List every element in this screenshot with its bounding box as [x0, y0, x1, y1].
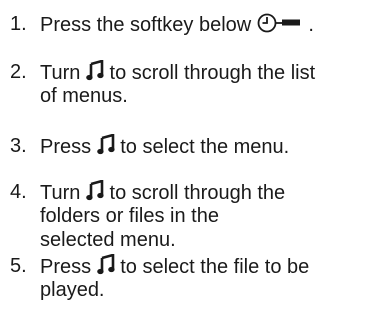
step-body: Turn to scroll through the list of menus… — [40, 60, 380, 108]
step-body: Press to select the file to be played. — [40, 254, 380, 302]
step-line: folders or files in the — [40, 205, 219, 227]
step-text: Turn — [40, 182, 81, 204]
step-body: Press the softkey below . — [40, 12, 380, 36]
step-line: of menus. — [40, 85, 128, 107]
step-text: to select the file to be — [120, 256, 310, 278]
step-line: Turn to scroll through the — [40, 180, 380, 204]
step-text: to scroll through the list — [109, 62, 316, 84]
step-text: Turn — [40, 62, 81, 84]
step-text: to scroll through the — [109, 182, 286, 204]
step-body: Turn to scroll through the folders or fi… — [40, 180, 380, 252]
step-body: Press to select the menu. — [40, 134, 380, 158]
step-line: selected menu. — [40, 229, 176, 251]
step-number: 5. — [10, 255, 27, 277]
step-text: Press the softkey below — [40, 14, 252, 36]
step-number: 1. — [10, 13, 27, 35]
step-text: Press — [40, 256, 92, 278]
step-text: . — [308, 14, 314, 36]
step-line: Press to select the file to be — [40, 254, 380, 278]
music-note-knob-icon — [86, 180, 104, 202]
step-text: to select the menu. — [120, 136, 290, 158]
step-line: Turn to scroll through the list — [40, 60, 380, 84]
music-note-knob-icon — [96, 254, 115, 276]
step-line: Press to select the menu. — [40, 134, 380, 158]
clock-track-icon — [257, 12, 303, 34]
step-text: Press — [40, 136, 92, 158]
music-note-knob-icon — [86, 60, 104, 82]
step-number: 4. — [10, 181, 27, 203]
music-note-knob-icon — [96, 134, 115, 156]
step-number: 2. — [10, 61, 27, 83]
step-line: played. — [40, 279, 105, 301]
step-number: 3. — [10, 135, 27, 157]
step-line: Press the softkey below . — [40, 12, 380, 36]
